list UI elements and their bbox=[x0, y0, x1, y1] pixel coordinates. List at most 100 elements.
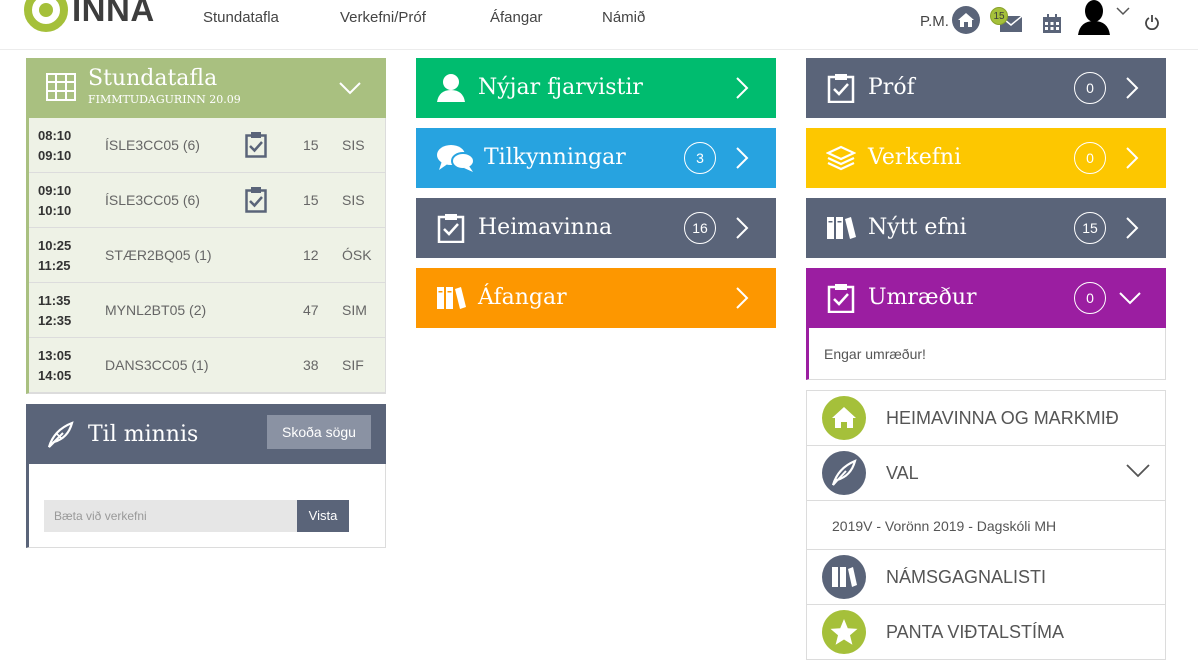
lesson-course: ÍSLE3CC05 (6) bbox=[105, 137, 200, 153]
chevron-down-icon[interactable] bbox=[1125, 462, 1151, 480]
chevron-right-icon bbox=[736, 217, 749, 239]
elective-semester[interactable]: 2019V - Vorönn 2019 - Dagskóli MH bbox=[807, 501, 1165, 550]
lesson-course: ÍSLE3CC05 (6) bbox=[105, 192, 200, 208]
tile-label: Verkefni bbox=[868, 145, 962, 170]
clipboard-check-icon[interactable] bbox=[245, 132, 267, 158]
lesson-course: DANS3CC05 (1) bbox=[105, 357, 209, 373]
semester-label: 2019V - Vorönn 2019 - Dagskóli MH bbox=[832, 518, 1057, 534]
lesson-room: 15 bbox=[303, 137, 319, 153]
link-homework-goals[interactable]: HEIMAVINNA OG MARKMIÐ bbox=[807, 391, 1165, 446]
lesson-teacher: SIF bbox=[342, 357, 364, 373]
home-icon bbox=[822, 396, 866, 440]
clipboard-check-icon bbox=[437, 214, 465, 243]
clipboard-check-icon bbox=[827, 284, 855, 313]
lesson-time: 08:10 09:10 bbox=[38, 128, 72, 163]
link-book-interview[interactable]: PANTA VIÐTALSTÍMA bbox=[807, 605, 1165, 660]
lesson-room: 15 bbox=[303, 192, 319, 208]
add-task-input[interactable]: Bæta við verkefni bbox=[44, 500, 298, 532]
top-bar: INNA Stundatafla Verkefni/Próf Áfangar N… bbox=[0, 0, 1198, 50]
tile-label: Umræður bbox=[868, 285, 977, 310]
calendar-icon[interactable] bbox=[1042, 14, 1062, 34]
lesson-time: 10:25 11:25 bbox=[38, 238, 72, 273]
timetable-row[interactable]: 09:10 10:10 ÍSLE3CC05 (6) 15 SIS bbox=[29, 173, 385, 228]
lesson-room: 38 bbox=[303, 357, 319, 373]
user-avatar-icon[interactable] bbox=[1076, 0, 1112, 36]
lesson-room: 12 bbox=[303, 247, 319, 263]
link-label: NÁMSGAGNALISTI bbox=[886, 567, 1047, 587]
count-badge: 15 bbox=[1074, 212, 1106, 244]
tile-discussions[interactable]: Umræður 0 bbox=[806, 268, 1166, 328]
quill-icon bbox=[47, 421, 74, 448]
lesson-time: 13:05 14:05 bbox=[38, 348, 72, 383]
chevron-down-icon bbox=[1119, 292, 1141, 305]
tile-exams[interactable]: Próf 0 bbox=[806, 58, 1166, 118]
pm-label[interactable]: P.M. bbox=[920, 13, 949, 30]
save-task-button[interactable]: Vista bbox=[297, 500, 349, 532]
link-label: VAL bbox=[886, 463, 919, 483]
tile-label: Heimavinna bbox=[478, 215, 613, 240]
timetable-header[interactable]: Stundatafla FIMMTUDAGURINN 20.09 bbox=[26, 58, 386, 118]
star-icon bbox=[822, 610, 866, 654]
books-icon bbox=[437, 287, 466, 309]
lesson-course: STÆR2BQ05 (1) bbox=[105, 247, 212, 263]
chevron-right-icon bbox=[736, 147, 749, 169]
count-badge: 0 bbox=[1074, 142, 1106, 174]
nav-verkefni-prof[interactable]: Verkefni/Próf bbox=[340, 9, 426, 26]
link-electives[interactable]: VAL bbox=[807, 446, 1165, 501]
timetable-row[interactable]: 11:35 12:35 MYNL2BT05 (2) 47 SIM bbox=[29, 283, 385, 338]
home-button[interactable] bbox=[952, 6, 980, 34]
tile-new-material[interactable]: Nýtt efni 15 bbox=[806, 198, 1166, 258]
tile-new-absences[interactable]: Nýjar fjarvistir bbox=[416, 58, 776, 118]
view-history-button[interactable]: Skoða sögu bbox=[267, 415, 371, 449]
link-label: PANTA VIÐTALSTÍMA bbox=[886, 622, 1065, 642]
timetable-row[interactable]: 08:10 09:10 ÍSLE3CC05 (6) 15 SIS bbox=[29, 118, 385, 173]
user-menu-chevron-icon[interactable] bbox=[1116, 6, 1130, 16]
tile-label: Nýjar fjarvistir bbox=[478, 75, 643, 100]
clipboard-check-icon[interactable] bbox=[245, 187, 267, 213]
reminders-header: Til minnis Skoða sögu bbox=[26, 404, 386, 464]
chevron-down-icon[interactable] bbox=[338, 80, 362, 96]
nav-stundatafla[interactable]: Stundatafla bbox=[203, 9, 279, 26]
grid-icon bbox=[46, 73, 76, 101]
timetable-row[interactable]: 13:05 14:05 DANS3CC05 (1) 38 SIF bbox=[29, 338, 385, 393]
link-label: HEIMAVINNA OG MARKMIÐ bbox=[886, 408, 1119, 428]
chevron-right-icon bbox=[1126, 217, 1139, 239]
timetable-title: Stundatafla bbox=[88, 66, 218, 91]
chevron-right-icon bbox=[1126, 147, 1139, 169]
chevron-right-icon bbox=[736, 287, 749, 309]
person-icon bbox=[437, 74, 465, 102]
logo-text: INNA bbox=[72, 0, 155, 28]
lesson-teacher: SIS bbox=[342, 192, 365, 208]
tile-assignments[interactable]: Verkefni 0 bbox=[806, 128, 1166, 188]
tile-announcements[interactable]: Tilkynningar 3 bbox=[416, 128, 776, 188]
discussions-empty-text: Engar umræður! bbox=[824, 346, 926, 362]
timetable-list: 08:10 09:10 ÍSLE3CC05 (6) 15 SIS 09:10 10:… bbox=[26, 118, 386, 394]
count-badge: 3 bbox=[684, 142, 716, 174]
app-logo[interactable]: INNA bbox=[24, 0, 155, 32]
tile-courses[interactable]: Áfangar bbox=[416, 268, 776, 328]
home-icon bbox=[958, 13, 974, 27]
link-material-list[interactable]: NÁMSGAGNALISTI bbox=[807, 550, 1165, 605]
tile-homework[interactable]: Heimavinna 16 bbox=[416, 198, 776, 258]
lesson-time: 11:35 12:35 bbox=[38, 293, 72, 328]
quick-links: HEIMAVINNA OG MARKMIÐ VAL 2019V - Vorönn… bbox=[806, 390, 1166, 660]
timetable-row[interactable]: 10:25 11:25 STÆR2BQ05 (1) 12 ÓSK bbox=[29, 228, 385, 283]
layers-icon bbox=[826, 145, 856, 171]
chat-bubbles-icon bbox=[437, 145, 475, 172]
nav-afangar[interactable]: Áfangar bbox=[490, 9, 543, 26]
tile-label: Tilkynningar bbox=[484, 145, 626, 170]
count-badge: 0 bbox=[1074, 72, 1106, 104]
books-icon bbox=[827, 217, 856, 239]
reminders-body: Bæta við verkefni Vista bbox=[26, 464, 386, 548]
discussions-body: Engar umræður! bbox=[806, 328, 1166, 380]
power-icon[interactable] bbox=[1145, 14, 1159, 30]
clipboard-check-icon bbox=[827, 74, 855, 103]
count-badge: 0 bbox=[1074, 282, 1106, 314]
logo-ring-icon bbox=[24, 0, 68, 32]
chevron-right-icon bbox=[736, 77, 749, 99]
lesson-teacher: SIM bbox=[342, 302, 367, 318]
timetable-date: FIMMTUDAGURINN 20.09 bbox=[88, 93, 241, 106]
reminders-title: Til minnis bbox=[88, 422, 199, 447]
chevron-right-icon bbox=[1126, 77, 1139, 99]
nav-namid[interactable]: Námið bbox=[602, 9, 645, 26]
